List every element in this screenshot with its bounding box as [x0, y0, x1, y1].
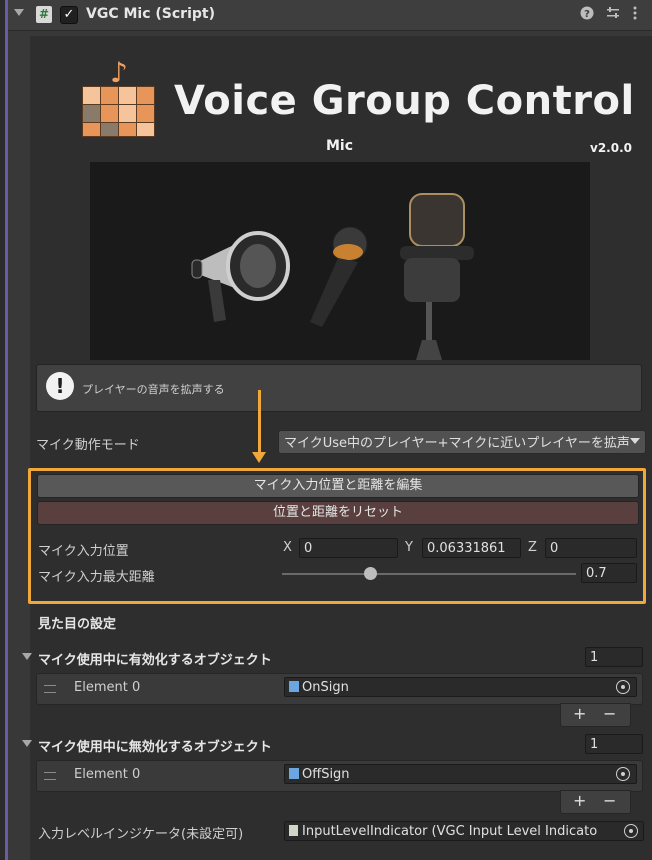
mic-mode-label: マイク動作モード — [36, 438, 140, 453]
enable-element-object-field[interactable]: OnSign — [284, 677, 637, 697]
enable-list-label: マイク使用中に有効化するオブジェクト — [38, 653, 272, 668]
distance-slider-track[interactable] — [282, 573, 576, 575]
studio-mic-icon — [400, 193, 474, 360]
distance-slider-thumb[interactable] — [363, 567, 377, 580]
disable-element-label: Element 0 — [74, 767, 141, 782]
brand-title: Voice Group Control 2 — [174, 78, 652, 124]
edit-position-distance-button[interactable]: マイク入力位置と距離を編集 — [37, 474, 639, 498]
vgc-logo-icon: ♪ — [76, 56, 156, 138]
mic-mode-value: マイクUse中のプレイヤー+マイクに近いプレイヤーを拡声 — [284, 436, 630, 451]
foldout-arrow-icon[interactable] — [14, 9, 24, 16]
help-text: プレイヤーの音声を拡声する — [82, 383, 225, 396]
level-indicator-label: 入力レベルインジケータ(未設定可) — [38, 827, 244, 842]
drag-handle-icon[interactable] — [44, 685, 56, 693]
disable-list-size-field[interactable]: 1 — [585, 734, 643, 754]
x-label: X — [283, 540, 292, 555]
reset-position-distance-button[interactable]: 位置と距離をリセット — [37, 501, 639, 525]
disable-list-foldout-icon[interactable] — [22, 740, 32, 747]
mic-preview-image — [90, 162, 590, 360]
enable-element-label: Element 0 — [74, 680, 141, 695]
annotation-arrow-head-icon — [252, 452, 266, 463]
chevron-down-icon — [630, 438, 640, 444]
handheld-mic-icon — [310, 226, 368, 327]
remove-element-button[interactable]: − — [603, 704, 616, 723]
mic-input-position-label: マイク入力位置 — [38, 544, 129, 559]
enable-list-size-field[interactable]: 1 — [585, 647, 643, 667]
y-label: Y — [405, 540, 413, 555]
mic-input-distance-label: マイク入力最大距離 — [38, 570, 155, 585]
gameobject-icon — [289, 768, 299, 779]
position-y-field[interactable]: 0.06331861 — [422, 538, 521, 558]
position-z-field[interactable]: 0 — [545, 538, 637, 558]
enable-list-foldout-icon[interactable] — [22, 653, 32, 660]
drag-handle-icon[interactable] — [44, 772, 56, 780]
add-element-button[interactable]: + — [573, 704, 586, 723]
remove-element-button[interactable]: − — [603, 791, 616, 810]
more-icon[interactable] — [632, 6, 638, 24]
annotation-arrow-line — [258, 390, 261, 452]
object-picker-icon[interactable] — [624, 824, 638, 838]
distance-value-field[interactable]: 0.7 — [581, 563, 637, 583]
disable-list-label: マイク使用中に無効化するオブジェクト — [38, 740, 272, 755]
component-title: VGC Mic (Script) — [86, 6, 215, 22]
banner-subtitle: Mic — [326, 138, 354, 154]
position-x-field[interactable]: 0 — [299, 538, 398, 558]
level-indicator-value: InputLevelIndicator (VGC Input Level Ind… — [302, 824, 598, 839]
object-picker-icon[interactable] — [616, 767, 630, 781]
svg-text:?: ? — [584, 9, 590, 20]
disable-element-object-field[interactable]: OffSign — [284, 764, 637, 784]
level-indicator-object-field[interactable]: InputLevelIndicator (VGC Input Level Ind… — [284, 821, 644, 841]
preset-icon[interactable] — [606, 6, 620, 24]
enable-element-value: OnSign — [302, 680, 349, 695]
version-label: v2.0.0 — [590, 141, 632, 155]
megaphone-icon — [191, 231, 290, 322]
enable-list-footer: + − — [560, 703, 631, 727]
component-enabled-checkbox[interactable]: ✓ — [60, 6, 78, 24]
z-label: Z — [528, 540, 537, 555]
disable-element-value: OffSign — [302, 767, 350, 782]
disable-list-footer: + − — [560, 790, 631, 814]
object-picker-icon[interactable] — [616, 680, 630, 694]
gameobject-icon — [289, 681, 299, 692]
add-element-button[interactable]: + — [573, 791, 586, 810]
script-icon — [289, 825, 298, 836]
appearance-heading: 見た目の設定 — [38, 617, 117, 632]
warning-icon: ! — [46, 372, 74, 400]
help-icon[interactable]: ? — [580, 6, 594, 24]
script-icon: # — [36, 6, 52, 23]
inspector-accent-strip — [5, 0, 8, 860]
